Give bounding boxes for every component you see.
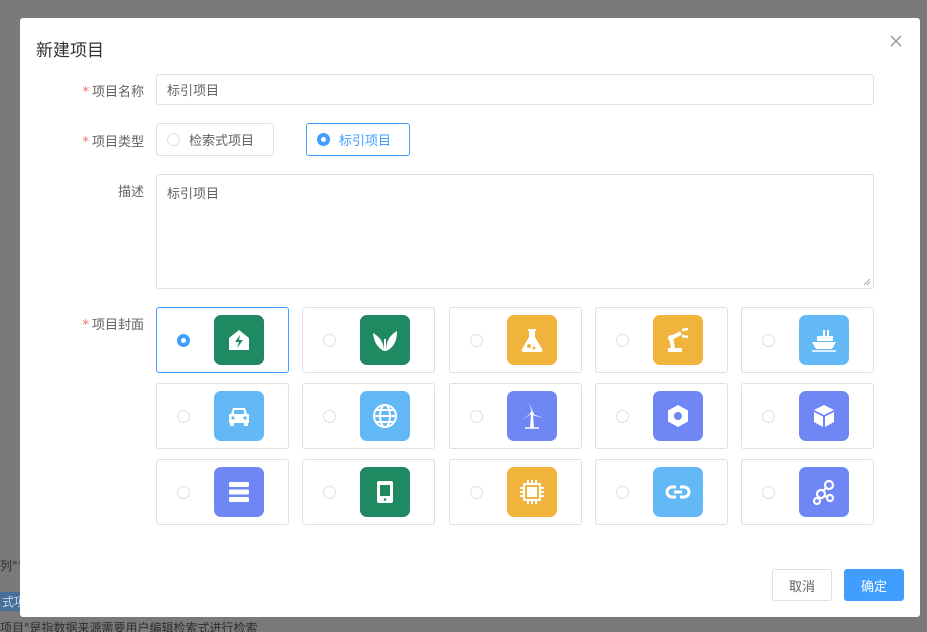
cover-option[interactable] [741,383,874,449]
cover-label: *项目封面 [20,314,144,333]
globe-icon [360,391,410,441]
radio-checked-icon [177,334,190,347]
robot-arm-icon [653,315,703,365]
cover-option[interactable] [302,307,435,373]
close-button[interactable] [886,31,906,51]
background-text: 项目"是指数据来源需要用户编辑检索式进行检索 [0,619,258,632]
ship-icon [799,315,849,365]
cover-grid [156,307,874,525]
cover-option[interactable] [156,383,289,449]
resize-grip-icon[interactable] [863,278,871,286]
flask-icon [507,315,557,365]
cancel-button[interactable]: 取消 [772,569,832,601]
cover-option[interactable] [302,383,435,449]
radio-checked-icon [317,133,330,146]
hex-nut-icon [653,391,703,441]
radio-icon [323,334,336,347]
tablet-icon [360,467,410,517]
description-label: 描述 [20,181,144,200]
name-label: *项目名称 [20,81,144,100]
server-icon [214,467,264,517]
cover-option[interactable] [595,383,728,449]
cover-option[interactable] [302,459,435,525]
radio-icon [323,486,336,499]
cube-icon [799,391,849,441]
dialog-title: 新建项目 [36,36,104,61]
cover-option[interactable] [449,383,582,449]
radio-icon [616,486,629,499]
house-bolt-icon [214,315,264,365]
cover-option[interactable] [595,307,728,373]
type-label: *项目类型 [20,131,144,150]
close-icon [886,31,906,51]
type-option-search[interactable]: 检索式项目 [156,123,274,156]
cover-option[interactable] [449,307,582,373]
cover-option[interactable] [595,459,728,525]
link-icon [653,467,703,517]
wind-turbine-icon [507,391,557,441]
radio-icon [762,410,775,423]
radio-icon [762,334,775,347]
radio-icon [177,486,190,499]
radio-icon [470,334,483,347]
cover-option[interactable] [449,459,582,525]
project-name-input[interactable]: 标引项目 [156,74,874,105]
radio-icon [616,410,629,423]
radio-icon [177,410,190,423]
radio-icon [470,486,483,499]
radio-icon [167,133,180,146]
cover-option[interactable] [156,459,289,525]
radio-icon [616,334,629,347]
radio-icon [470,410,483,423]
confirm-button[interactable]: 确定 [844,569,904,601]
cover-option[interactable] [741,459,874,525]
cover-option[interactable] [156,307,289,373]
description-textarea[interactable]: 标引项目 [156,174,874,289]
car-icon [214,391,264,441]
molecule-icon [799,467,849,517]
new-project-dialog: 新建项目 *项目名称 标引项目 *项目类型 检索式项目 标引项目 描述 标引项目… [20,18,920,617]
radio-icon [323,410,336,423]
chip-icon [507,467,557,517]
radio-icon [762,486,775,499]
leaf-icon [360,315,410,365]
type-option-index[interactable]: 标引项目 [306,123,410,156]
cover-option[interactable] [741,307,874,373]
